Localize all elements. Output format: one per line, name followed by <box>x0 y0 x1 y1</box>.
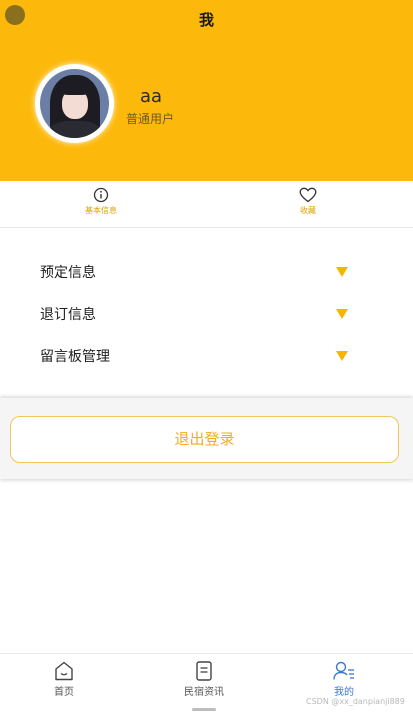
menu-item-label: 退订信息 <box>40 307 96 323</box>
user-role: 普通用户 <box>126 112 175 126</box>
tab-basic-info-label: 基本信息 <box>85 206 117 215</box>
chevron-down-icon <box>336 351 348 361</box>
home-indicator <box>192 708 216 711</box>
info-icon <box>93 187 109 203</box>
chevron-down-icon <box>336 309 348 319</box>
tabbar-item-news[interactable]: 民宿资讯 <box>169 660 239 698</box>
menu-list: 预定信息 退订信息 留言板管理 <box>0 228 413 398</box>
tabbar-home-label: 首页 <box>54 687 74 698</box>
chevron-down-icon <box>336 267 348 277</box>
menu-item-label: 留言板管理 <box>40 349 110 365</box>
watermark: CSDN @xx_danpianji889 <box>306 697 405 706</box>
user-name: aa <box>140 86 163 107</box>
page-title: 我 <box>198 11 214 29</box>
profile-header: 我 aa 普通用户 <box>0 0 413 181</box>
menu-item-message-board[interactable]: 留言板管理 <box>0 336 413 376</box>
tab-favorites-label: 收藏 <box>300 206 316 215</box>
menu-item-label: 预定信息 <box>40 265 96 281</box>
menu-item-cancel-info[interactable]: 退订信息 <box>0 294 413 334</box>
tabbar-item-mine[interactable]: 我的 <box>309 660 379 698</box>
logout-section: 退出登录 <box>0 398 413 479</box>
tab-favorites[interactable]: 收藏 <box>278 187 338 216</box>
tab-basic-info[interactable]: 基本信息 <box>71 187 131 216</box>
home-icon <box>55 661 73 681</box>
avatar-image <box>40 69 109 138</box>
profile-tabs: 基本信息 收藏 <box>0 181 413 228</box>
tabbar-news-label: 民宿资讯 <box>184 687 224 698</box>
profile-icon <box>333 661 354 680</box>
document-icon <box>196 661 212 681</box>
logout-button[interactable]: 退出登录 <box>10 416 399 463</box>
menu-item-booking-info[interactable]: 预定信息 <box>0 252 413 292</box>
heart-icon <box>299 187 317 203</box>
tabbar-mine-label: 我的 <box>334 687 354 698</box>
avatar[interactable] <box>35 64 114 143</box>
tabbar-item-home[interactable]: 首页 <box>29 660 99 698</box>
